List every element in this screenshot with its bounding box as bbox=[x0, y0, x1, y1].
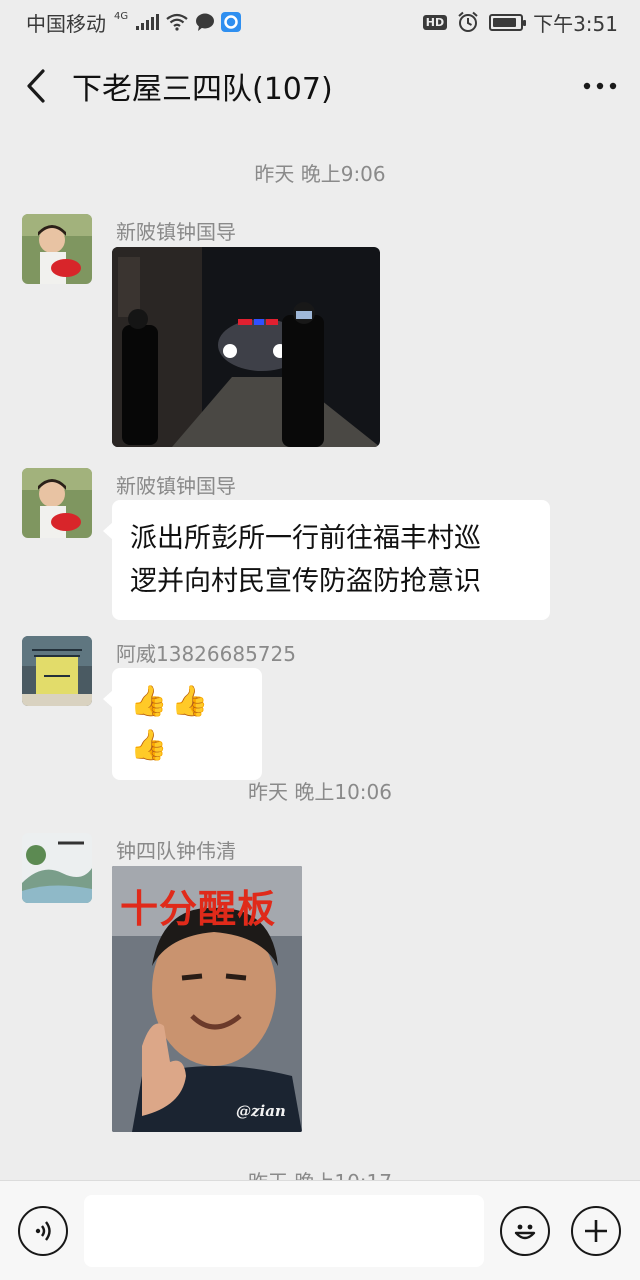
message-notification-icon bbox=[196, 13, 215, 31]
message-text-line: 派出所彭所一行前往福丰村巡 bbox=[130, 523, 481, 554]
avatar[interactable] bbox=[22, 833, 92, 903]
sender-name: 阿威13826685725 bbox=[116, 642, 296, 666]
avatar[interactable] bbox=[22, 214, 92, 284]
message-list[interactable]: 昨天 晚上9:06 新陂镇钟国导 新陂镇钟国导 派出所彭所一行前往福丰村巡 逻并… bbox=[0, 128, 640, 1180]
sender-name: 新陂镇钟国导 bbox=[116, 220, 236, 244]
sender-name: 新陂镇钟国导 bbox=[116, 474, 236, 498]
status-left: 中国移动 4G bbox=[26, 8, 242, 37]
message-text-line: 逻并向村民宣传防盗防抢意识 bbox=[130, 566, 481, 597]
emoji-icon bbox=[514, 1224, 536, 1240]
text-bubble[interactable]: 派出所彭所一行前往福丰村巡 逻并向村民宣传防盗防抢意识 bbox=[103, 500, 550, 620]
status-right: HD 下午3:51 bbox=[422, 8, 618, 37]
emoji-bubble[interactable]: 👍👍👍 bbox=[103, 668, 262, 780]
thumbs-up-emoji: 👍👍👍 bbox=[130, 684, 213, 763]
plus-icon bbox=[585, 1220, 607, 1242]
image-message[interactable] bbox=[112, 247, 380, 447]
sticker-watermark: @zian bbox=[236, 1102, 286, 1120]
input-bar bbox=[0, 1180, 640, 1280]
alarm-icon bbox=[458, 11, 478, 32]
back-button[interactable] bbox=[8, 44, 64, 128]
avatar[interactable] bbox=[22, 468, 92, 538]
sticker-message[interactable]: 十分醒板 @zian bbox=[112, 866, 302, 1132]
chat-title: 下老屋三四队(107) bbox=[72, 72, 333, 107]
sender-name: 钟四队钟伟清 bbox=[116, 839, 236, 863]
avatar[interactable] bbox=[22, 636, 92, 706]
timestamp: 昨天 晚上10:06 bbox=[248, 780, 392, 804]
battery-icon bbox=[489, 13, 527, 31]
add-button[interactable] bbox=[571, 1206, 621, 1256]
signal-icon bbox=[136, 14, 160, 30]
wifi-icon bbox=[166, 13, 188, 31]
chevron-left-icon bbox=[27, 69, 45, 103]
app-notification-icon bbox=[221, 12, 242, 32]
message-input[interactable] bbox=[84, 1195, 484, 1267]
carrier-label: 中国移动 bbox=[26, 11, 106, 36]
emoji-button[interactable] bbox=[500, 1206, 550, 1256]
hd-badge: HD bbox=[422, 14, 448, 30]
status-bar: 中国移动 4G HD 下午3:51 bbox=[0, 0, 640, 44]
more-button[interactable] bbox=[572, 44, 628, 128]
voice-button[interactable] bbox=[18, 1206, 68, 1256]
sticker-caption: 十分醒板 bbox=[120, 887, 277, 931]
more-dots-icon bbox=[583, 82, 617, 90]
chat-header: 下老屋三四队(107) bbox=[0, 44, 640, 128]
clock: 下午3:51 bbox=[533, 11, 618, 36]
network-type: 4G bbox=[114, 10, 129, 22]
timestamp: 昨天 晚上9:06 bbox=[254, 162, 386, 186]
voice-icon bbox=[35, 1221, 51, 1241]
timestamp: 昨天 晚上10:17 bbox=[0, 1166, 640, 1180]
